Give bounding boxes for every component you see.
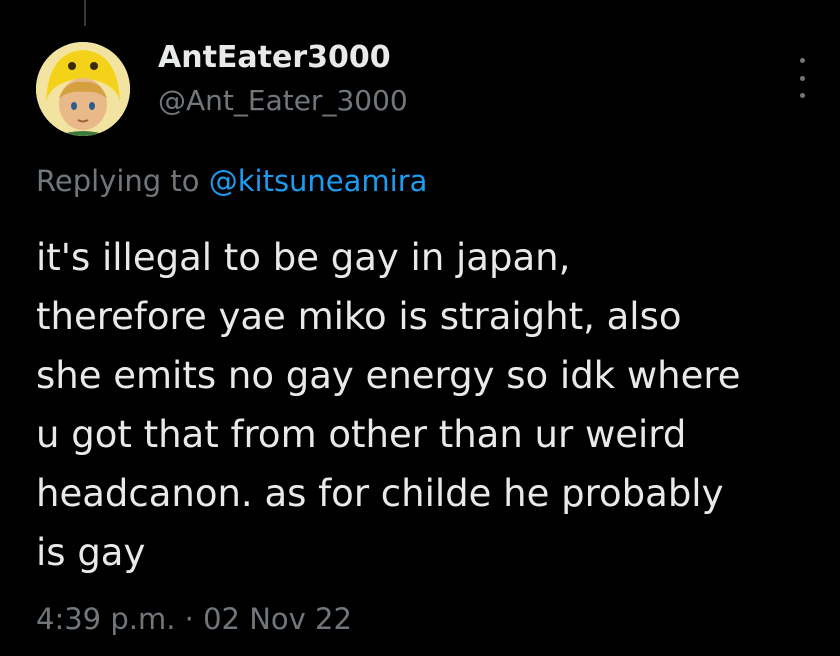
display-name[interactable]: AntEater3000 bbox=[158, 40, 391, 75]
more-options-dot bbox=[799, 58, 805, 63]
reply-context: Replying to @kitsuneamira bbox=[36, 164, 427, 198]
avatar-image bbox=[36, 42, 130, 136]
more-options-icon[interactable] bbox=[794, 58, 810, 98]
avatar[interactable] bbox=[36, 42, 130, 136]
reply-mention-link[interactable]: @kitsuneamira bbox=[209, 164, 428, 198]
thread-connector-line bbox=[84, 0, 86, 26]
tweet-timestamp[interactable]: 4:39 p.m. · 02 Nov 22 bbox=[36, 602, 352, 636]
user-handle[interactable]: @Ant_Eater_3000 bbox=[158, 84, 408, 117]
reply-prefix: Replying to bbox=[36, 164, 200, 198]
more-options-dot bbox=[799, 75, 805, 81]
more-options-dot bbox=[799, 93, 805, 98]
tweet-text: it's illegal to be gay in japan, therefo… bbox=[36, 236, 741, 574]
